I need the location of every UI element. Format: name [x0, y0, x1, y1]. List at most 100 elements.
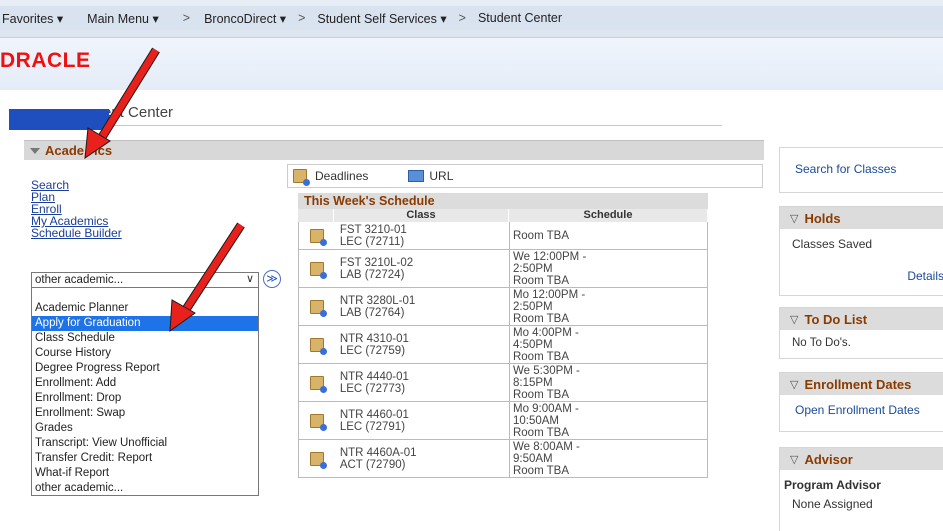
breadcrumb-student-center[interactable]: Student Center [478, 11, 562, 25]
todo-header: ▽ To Do List [780, 308, 943, 330]
schedule-cell: Mo 12:00PM -2:50PM Room TBA [508, 288, 707, 325]
calendar-cell [299, 402, 335, 439]
breadcrumb-broncodirect[interactable]: BroncoDirect ▾ [204, 11, 286, 26]
breadcrumb: Favorites ▾ Main Menu ▾ > BroncoDirect ▾… [0, 6, 943, 30]
breadcrumb-separator: > [182, 11, 191, 25]
dropdown-option[interactable]: Grades [32, 421, 258, 436]
schedule-text: 9:50AM [512, 452, 553, 465]
dropdown-option[interactable]: Class Schedule [32, 331, 258, 346]
schedule-text: 10:50AM [512, 414, 560, 427]
details-link[interactable]: Details [780, 269, 943, 283]
schedule-text: 2:50PM [512, 300, 553, 313]
class-text: NTR 4460A-01 [339, 446, 417, 459]
class-text: LAB (72764) [339, 306, 405, 319]
deadlines-link[interactable]: Deadlines [315, 169, 368, 183]
schedule-text: Mo 12:00PM - [512, 288, 586, 301]
calendar-cell [299, 364, 335, 401]
calendar-icon [309, 413, 327, 431]
schedule-cell: Mo 9:00AM -10:50AM Room TBA [508, 402, 707, 439]
schedule-text: 8:15PM [512, 376, 553, 389]
dropdown-option[interactable]: Transcript: View Unofficial [32, 436, 258, 451]
collapse-icon: ▽ [790, 313, 799, 326]
main-menu[interactable]: Main Menu ▾ [87, 11, 159, 26]
title-divider [24, 125, 722, 126]
class-cell: FST 3210L-02 LAB (72724) [335, 250, 509, 287]
schedule-text: Mo 9:00AM - [512, 402, 579, 415]
academics-title-tail: ics [94, 143, 113, 158]
enrollment-dates-title: Enrollment Dates [804, 376, 912, 392]
schedule-text: Room TBA [512, 426, 570, 439]
dropdown-option[interactable]: Enrollment: Swap [32, 406, 258, 421]
dropdown-option[interactable]: Transfer Credit: Report [32, 451, 258, 466]
dropdown-option[interactable]: Enrollment: Drop [32, 391, 258, 406]
header-schedule: Schedule [509, 209, 708, 222]
dropdown-option[interactable]: other academic... [32, 481, 258, 496]
dropdown-option[interactable]: Course History [32, 346, 258, 361]
schedule-text: 4:50PM [512, 338, 553, 351]
schedule-header-row: Class Schedule [298, 209, 708, 222]
table-row[interactable]: NTR 3280L-01 LAB (72764) Mo 12:00PM -2:50P… [298, 288, 708, 326]
oracle-logo: DRACLE [0, 49, 91, 72]
dropdown-option[interactable]: Academic Planner [32, 301, 258, 316]
academic-options-dropdown: Academic Planner Apply for Graduation Cl… [31, 287, 259, 496]
collapse-icon: ▽ [790, 212, 799, 225]
class-text: LEC (72711) [339, 235, 405, 248]
dropdown-option[interactable]: Enrollment: Add [32, 376, 258, 391]
redaction-block [9, 109, 109, 130]
schedule-cell: Room TBA [508, 222, 707, 249]
collapse-triangle-icon [30, 147, 40, 154]
todo-text: No To Do's. [792, 337, 851, 349]
class-text: LEC (72773) [339, 382, 406, 395]
table-row[interactable]: FST 3210-01 LEC (72711) Room TBA [298, 222, 708, 250]
dropdown-option[interactable]: Degree Progress Report [32, 361, 258, 376]
breadcrumb-separator: > [298, 11, 306, 25]
schedule-text: We 8:00AM - [512, 440, 580, 453]
academics-section-header[interactable]: Acade ics [24, 140, 764, 160]
schedule-text: Room TBA [512, 274, 570, 287]
search-for-classes-link[interactable]: Search for Classes [780, 162, 943, 176]
class-text: NTR 3280L-01 [339, 294, 416, 307]
calendar-icon [293, 169, 310, 186]
table-row[interactable]: NTR 4460A-01 ACT (72790) We 8:00AM -9:50AM… [298, 440, 708, 478]
url-icon [408, 170, 425, 182]
advisor-value: None Assigned [792, 497, 873, 511]
page-title: ent Center [103, 104, 174, 121]
class-cell: NTR 4460-01 LEC (72791) [335, 402, 509, 439]
calendar-cell [299, 250, 335, 287]
todo-title: To Do List [804, 311, 868, 327]
schedule-text: We 5:30PM - [512, 364, 580, 377]
open-enrollment-dates-link[interactable]: Open Enrollment Dates [780, 403, 943, 417]
calendar-cell [299, 440, 335, 477]
schedule-title: This Week's Schedule [298, 193, 708, 209]
class-text: NTR 4310-01 [339, 332, 409, 345]
schedule-text: Room TBA [512, 312, 570, 325]
table-row[interactable]: NTR 4310-01 LEC (72759) Mo 4:00PM -4:50PM R… [298, 326, 708, 364]
other-academic-select[interactable]: other academic... ∨ [31, 272, 259, 288]
schedule-text: Mo 4:00PM - [512, 326, 579, 339]
schedule-text: 2:50PM [512, 262, 553, 275]
breadcrumb-student-self-services[interactable]: Student Self Services ▾ [317, 11, 446, 26]
advisor-header: ▽ Advisor [780, 448, 943, 470]
schedule-builder-link[interactable]: Schedule Builder [31, 227, 122, 239]
favorites-menu[interactable]: Favorites ▾ [2, 11, 63, 26]
class-cell: NTR 4440-01 LEC (72773) [335, 364, 509, 401]
calendar-cell [299, 326, 335, 363]
table-row[interactable]: NTR 4440-01 LEC (72773) We 5:30PM -8:15PM R… [298, 364, 708, 402]
calendar-cell [299, 222, 335, 249]
schedule-text: Room TBA [512, 388, 570, 401]
dropdown-option[interactable]: What-if Report [32, 466, 258, 481]
dropdown-option-selected[interactable]: Apply for Graduation [32, 316, 258, 331]
class-text: NTR 4460-01 [339, 408, 409, 421]
header-spacer [298, 209, 334, 222]
schedule-cell: We 12:00PM -2:50PM Room TBA [508, 250, 707, 287]
enrollment-dates-box: ▽ Enrollment Dates Open Enrollment Dates [779, 372, 943, 432]
schedule-cell: We 8:00AM -9:50AM Room TBA [508, 440, 707, 477]
calendar-icon [309, 299, 327, 317]
advisor-box: ▽ Advisor Program Advisor None Assigned [779, 447, 943, 531]
table-row[interactable]: FST 3210L-02 LAB (72724) We 12:00PM -2:50P… [298, 250, 708, 288]
go-button[interactable]: ≫ [263, 270, 281, 288]
table-row[interactable]: NTR 4460-01 LEC (72791) Mo 9:00AM -10:50AM… [298, 402, 708, 440]
url-link[interactable]: URL [429, 169, 453, 183]
holds-text: Classes Saved [792, 237, 873, 251]
class-cell: FST 3210-01 LEC (72711) [335, 222, 509, 249]
